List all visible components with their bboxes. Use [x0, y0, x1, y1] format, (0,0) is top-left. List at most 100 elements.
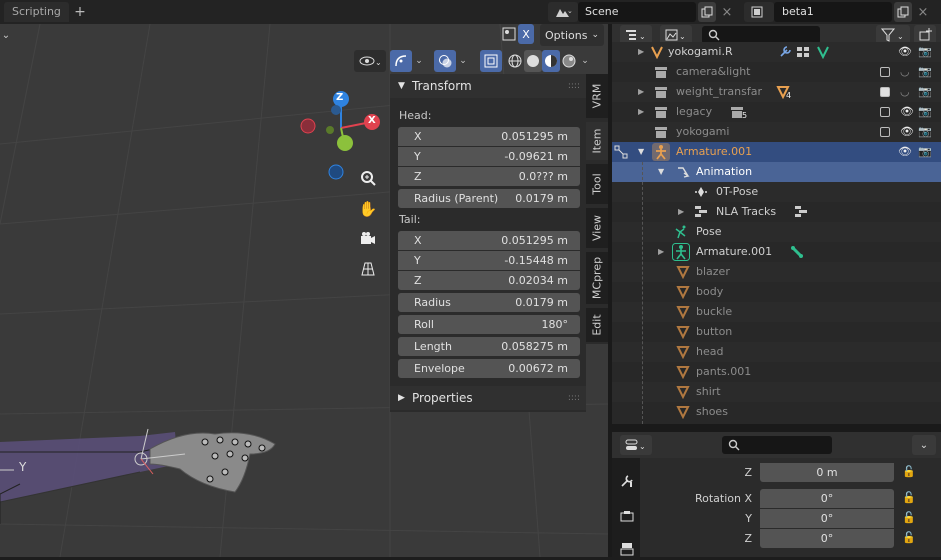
render-icon[interactable] [616, 505, 638, 527]
properties-search-input[interactable] [722, 436, 832, 454]
close-scene-icon[interactable]: × [718, 2, 736, 22]
options-dropdown[interactable]: Options ⌄ [540, 24, 604, 46]
list-item[interactable]: ▶ legacy 5 👁 📷 [612, 102, 941, 122]
list-item[interactable]: ▼ Armature.001 👁 📷 [612, 142, 941, 162]
xray-toggle[interactable] [480, 50, 502, 72]
editor-type-dropdown[interactable]: ⌄ [620, 435, 652, 455]
gizmo-toggle[interactable] [390, 50, 412, 72]
lock-icon[interactable]: 🔓 [902, 511, 916, 524]
transform-panel-header[interactable]: ▼ Transform :::: [390, 74, 586, 98]
solid-shading-icon[interactable] [524, 50, 542, 72]
chevron-down-icon[interactable]: ⌄ [0, 26, 12, 44]
head-x-field[interactable]: X 0.051295 m [398, 127, 580, 146]
location-z-field[interactable]: 0 m [760, 463, 894, 482]
tab-vrm[interactable]: VRM [586, 74, 608, 118]
lock-icon[interactable]: 🔓 [902, 531, 916, 544]
radius-parent-field[interactable]: Radius (Parent) 0.0179 m [398, 189, 580, 208]
camera-render-icon[interactable]: 📷 [918, 142, 932, 162]
exclude-checkbox[interactable] [880, 67, 890, 77]
camera-render-icon[interactable]: 📷 [918, 42, 932, 62]
roll-field[interactable]: Roll 180° [398, 315, 580, 334]
scene-name-field[interactable]: Scene [578, 2, 696, 22]
list-item[interactable]: buckle [612, 302, 941, 322]
camera-render-icon[interactable]: 📷 [918, 122, 932, 142]
eye-icon[interactable]: 👁 [898, 142, 912, 162]
list-item[interactable]: ▼ Animation [612, 162, 941, 182]
chevron-right-icon[interactable]: ▶ [638, 102, 644, 122]
eye-icon[interactable]: 👁 [898, 42, 912, 62]
chevron-down-icon[interactable]: ⌄ [456, 50, 470, 72]
camera-icon[interactable] [356, 227, 380, 251]
overlays-toggle[interactable] [434, 50, 456, 72]
overlay-bones-icon[interactable] [500, 24, 518, 44]
area-divider[interactable] [612, 424, 941, 432]
visibility-dropdown[interactable]: ⌄ [354, 50, 386, 72]
tail-x-field[interactable]: X 0.051295 m [398, 231, 580, 250]
add-workspace-button[interactable]: + [70, 2, 90, 22]
list-item[interactable]: head [612, 342, 941, 362]
workspace-tab-scripting[interactable]: Scripting [4, 2, 69, 22]
tab-tool[interactable]: Tool [586, 164, 608, 204]
rotation-y-field[interactable]: 0° [760, 509, 894, 528]
chevron-down-icon[interactable]: ▼ [658, 162, 664, 182]
chevron-down-icon[interactable]: ⌄ [578, 50, 592, 72]
hand-pan-icon[interactable]: ✋ [356, 197, 380, 221]
head-z-field[interactable]: Z 0.0??? m [398, 167, 580, 186]
eye-hidden-icon[interactable]: ◡ [900, 82, 910, 102]
camera-render-icon[interactable]: 📷 [918, 62, 932, 82]
ortho-grid-icon[interactable] [356, 257, 380, 281]
copy-view-layer-icon[interactable] [894, 2, 912, 22]
exclude-checkbox[interactable] [880, 87, 890, 97]
lock-icon[interactable]: 🔓 [902, 491, 916, 504]
eye-icon[interactable]: 👁 [900, 102, 914, 122]
copy-scene-icon[interactable] [698, 2, 716, 22]
drag-handle-icon[interactable]: :::: [568, 74, 580, 98]
tool-settings-icon[interactable] [616, 470, 638, 492]
rotation-z-field[interactable]: 0° [760, 529, 894, 548]
chevron-right-icon[interactable]: ▶ [678, 202, 684, 222]
envelope-field[interactable]: Envelope 0.00672 m [398, 359, 580, 378]
camera-render-icon[interactable]: 📷 [918, 102, 932, 122]
list-item[interactable]: ▶ NLA Tracks [612, 202, 941, 222]
lock-icon[interactable]: 🔓 [902, 465, 916, 478]
chevron-right-icon[interactable]: ▶ [638, 82, 644, 102]
tab-view[interactable]: View [586, 208, 608, 248]
view-layer-name-field[interactable]: beta1 [774, 2, 892, 22]
list-item[interactable]: ▶ weight_transfar 4 ◡ 📷 [612, 82, 941, 102]
list-item[interactable]: blazer [612, 262, 941, 282]
list-item[interactable]: 0T-Pose [612, 182, 941, 202]
list-item[interactable]: ▶ yokogami.R 👁 📷 [612, 42, 941, 62]
chevron-down-icon[interactable]: ⌄ [912, 435, 936, 455]
view-layer-selector-button[interactable] [744, 2, 774, 22]
tab-item[interactable]: Item [586, 122, 608, 160]
radius-field[interactable]: Radius 0.0179 m [398, 293, 580, 312]
list-item[interactable]: camera&light ◡ 📷 [612, 62, 941, 82]
list-item[interactable]: shirt [612, 382, 941, 402]
x-mirror-toggle[interactable]: X [518, 24, 534, 44]
eye-hidden-icon[interactable]: ◡ [900, 62, 910, 82]
length-field[interactable]: Length 0.058275 m [398, 337, 580, 356]
tab-mcprep[interactable]: MCprep [586, 252, 608, 304]
head-y-field[interactable]: Y -0.09621 m [398, 147, 580, 166]
list-item[interactable]: ▶ Armature.001 [612, 242, 941, 262]
list-item[interactable]: body [612, 282, 941, 302]
list-item[interactable]: shoes [612, 402, 941, 422]
close-view-layer-icon[interactable]: × [914, 2, 932, 22]
list-item[interactable]: yokogami 👁 📷 [612, 122, 941, 142]
chevron-right-icon[interactable]: ▶ [638, 42, 644, 62]
chevron-right-icon[interactable]: ▶ [658, 242, 664, 262]
tail-y-field[interactable]: Y -0.15448 m [398, 251, 580, 270]
exclude-checkbox[interactable] [880, 127, 890, 137]
tab-edit[interactable]: Edit [586, 308, 608, 342]
wireframe-shading-icon[interactable] [506, 50, 524, 72]
properties-panel-header[interactable]: ▶ Properties :::: [390, 386, 586, 410]
rotation-x-field[interactable]: 0° [760, 489, 894, 508]
zoom-icon[interactable] [356, 166, 380, 190]
camera-render-icon[interactable]: 📷 [918, 82, 932, 102]
material-shading-icon[interactable] [542, 50, 560, 72]
rendered-shading-icon[interactable] [560, 50, 578, 72]
chevron-down-icon[interactable]: ▼ [638, 142, 644, 162]
drag-handle-icon[interactable]: :::: [568, 386, 580, 410]
scene-selector-button[interactable]: ⌄ [548, 2, 578, 22]
exclude-checkbox[interactable] [880, 107, 890, 117]
